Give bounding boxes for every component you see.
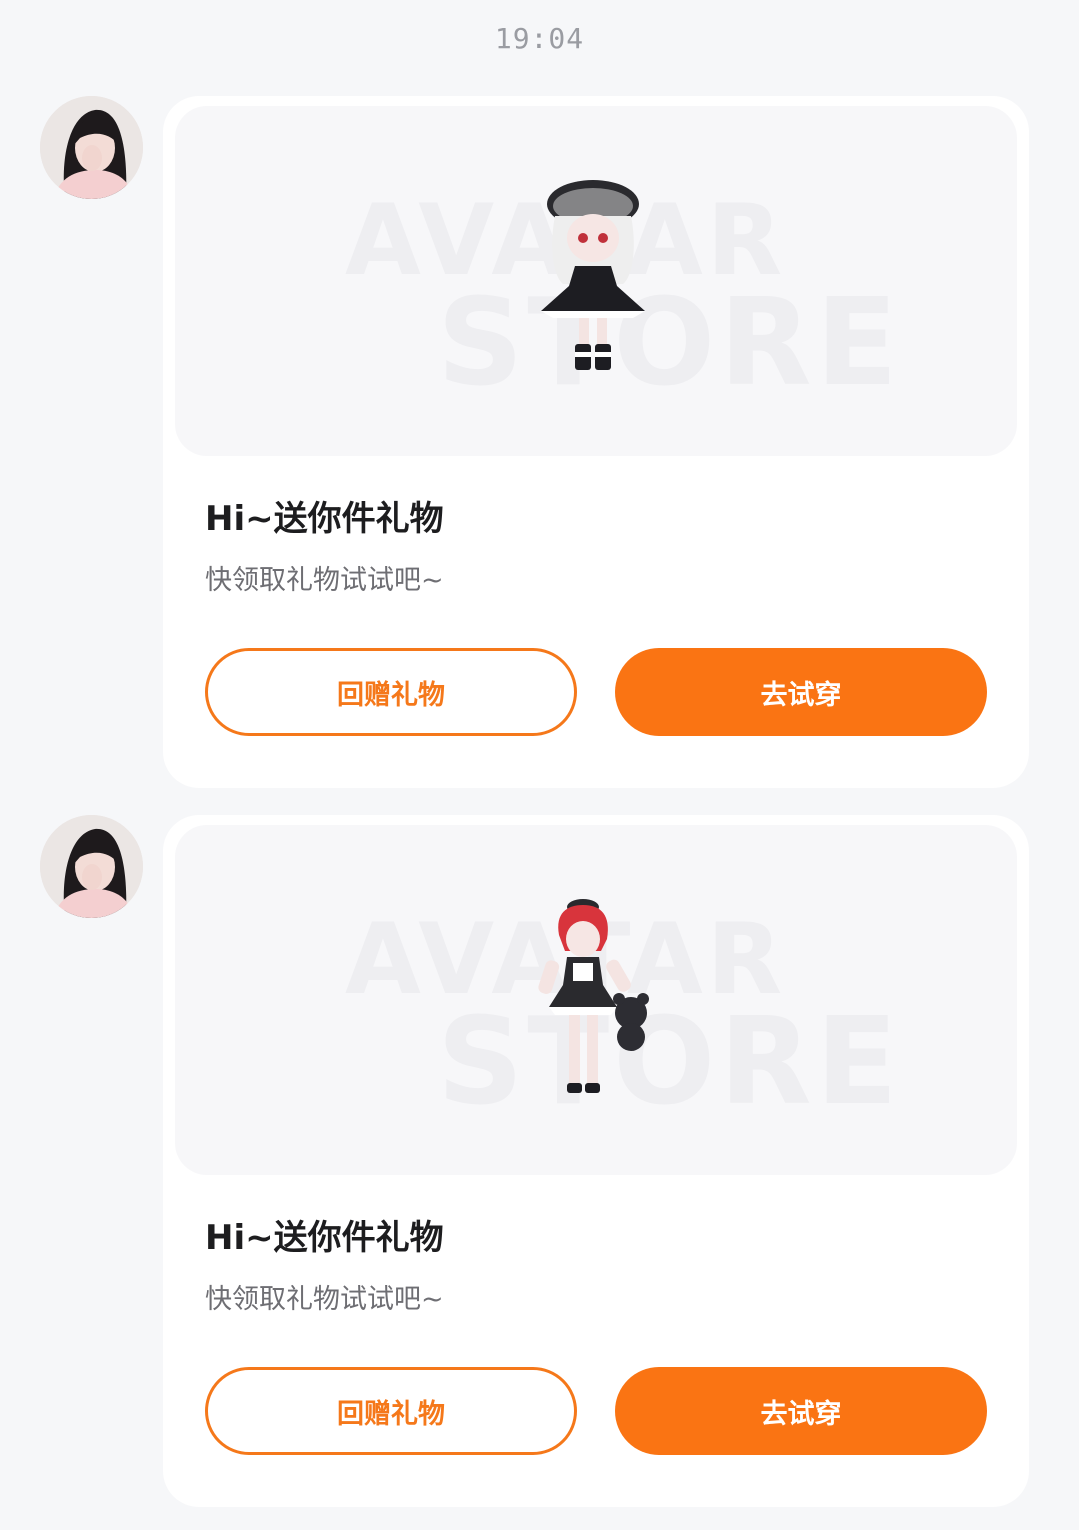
avatar-image (40, 815, 143, 918)
gift-title: Hi~送你件礼物 (205, 499, 444, 539)
return-gift-button[interactable]: 回赠礼物 (205, 1367, 577, 1455)
message-timestamp: 19:04 (494, 22, 585, 55)
sender-avatar[interactable] (40, 96, 143, 199)
gift-subtitle: 快领取礼物试试吧~ (205, 1284, 444, 1315)
return-gift-button[interactable]: 回赠礼物 (205, 648, 577, 736)
gift-item-preview[interactable]: AVATAR STORE (175, 825, 1017, 1175)
gift-card[interactable]: AVATAR STORE (163, 815, 1029, 1507)
try-on-button[interactable]: 去试穿 (615, 648, 987, 736)
gothic-lolita-avatar-figure (541, 180, 645, 370)
sender-avatar[interactable] (40, 815, 143, 918)
try-on-button[interactable]: 去试穿 (615, 1367, 987, 1455)
red-hair-maid-avatar-figure (538, 899, 649, 1093)
gift-title: Hi~送你件礼物 (205, 1218, 444, 1258)
gift-card[interactable]: AVATAR STORE (163, 96, 1029, 788)
gift-subtitle: 快领取礼物试试吧~ (205, 565, 444, 596)
gift-item-preview[interactable]: AVATAR STORE (175, 106, 1017, 456)
avatar-image (40, 96, 143, 199)
